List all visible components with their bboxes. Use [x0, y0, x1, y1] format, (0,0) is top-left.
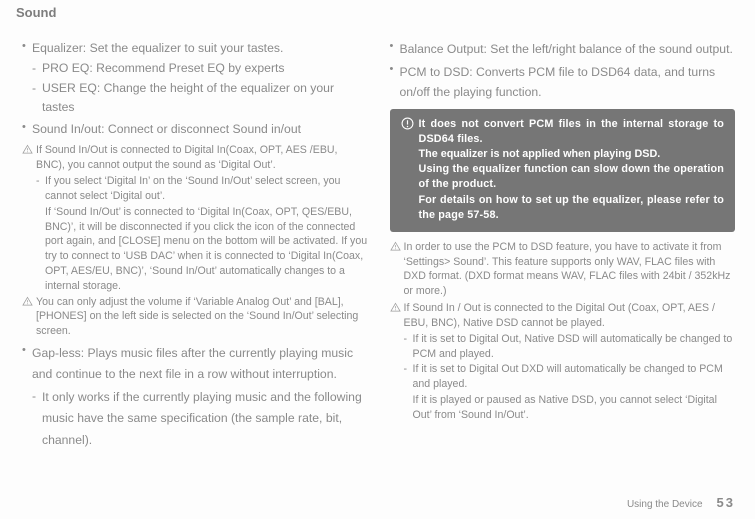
sound-io-text: Sound In/out: Connect or disconnect Soun… — [32, 120, 368, 139]
left-column: • Equalizer: Set the equalizer to suit y… — [22, 37, 368, 451]
note-line-4: For details on how to set up the equaliz… — [419, 193, 725, 223]
page-footer: Using the Device 53 — [627, 494, 735, 513]
warning-4-sub1: - If it is set to Digital Out, Native DS… — [404, 332, 736, 362]
note-line-1: It does not convert PCM files in the int… — [419, 117, 725, 147]
pro-eq-item: - PRO EQ: Recommend Preset EQ by experts — [32, 59, 368, 78]
user-eq-text: USER EQ: Change the height of the equali… — [42, 79, 368, 117]
pcm-text: PCM to DSD: Converts PCM file to DSD64 d… — [400, 62, 736, 103]
warning-3-text: In order to use the PCM to DSD feature, … — [404, 240, 736, 299]
warning-1-text: If Sound In/Out is connected to Digital … — [36, 143, 368, 173]
bullet-icon: • — [22, 343, 32, 386]
warning-4-sub2: - If it is set to Digital Out DXD will a… — [404, 362, 736, 392]
equalizer-text: Equalizer: Set the equalizer to suit you… — [32, 39, 368, 58]
right-column: • Balance Output: Set the left/right bal… — [390, 37, 736, 451]
page-number: 53 — [717, 494, 735, 513]
warning-icon — [390, 241, 404, 300]
balance-text: Balance Output: Set the left/right balan… — [400, 39, 736, 60]
bullet-icon: • — [390, 39, 400, 60]
bullet-icon: • — [390, 62, 400, 103]
page-title: Sound — [16, 4, 735, 23]
warning-1-sub-text: If you select ‘Digital In’ on the ‘Sound… — [45, 174, 368, 204]
gapless-item: • Gap-less: Plays music files after the … — [22, 343, 368, 386]
sound-io-item: • Sound In/out: Connect or disconnect So… — [22, 120, 368, 139]
pro-eq-text: PRO EQ: Recommend Preset EQ by experts — [42, 59, 284, 78]
two-column-body: • Equalizer: Set the equalizer to suit y… — [22, 37, 735, 451]
dash-icon: - — [36, 174, 45, 204]
user-eq-item: - USER EQ: Change the height of the equa… — [32, 79, 368, 117]
gapless-sub-text: It only works if the currently playing m… — [42, 387, 368, 451]
equalizer-item: • Equalizer: Set the equalizer to suit y… — [22, 39, 368, 58]
dash-icon: - — [404, 332, 413, 362]
note-line-2: The equalizer is not applied when playin… — [419, 147, 725, 162]
dash-icon: - — [32, 387, 42, 451]
bullet-icon: • — [22, 39, 32, 58]
warning-4-text: If Sound In / Out is connected to the Di… — [404, 301, 736, 331]
warning-4-sub1-text: If it is set to Digital Out, Native DSD … — [413, 332, 736, 362]
warning-3: In order to use the PCM to DSD feature, … — [390, 240, 736, 299]
dash-icon: - — [404, 362, 413, 392]
note-line-3: Using the equalizer function can slow do… — [419, 162, 725, 192]
warning-1-para: If ‘Sound In/Out’ is connected to ‘Digit… — [45, 205, 368, 294]
note-content: It does not convert PCM files in the int… — [419, 117, 725, 223]
bullet-icon: • — [22, 120, 32, 139]
warning-icon — [390, 302, 404, 332]
note-box: It does not convert PCM files in the int… — [390, 109, 736, 232]
pcm-item: • PCM to DSD: Converts PCM file to DSD64… — [390, 62, 736, 103]
warning-1: If Sound In/Out is connected to Digital … — [22, 143, 368, 173]
footer-section: Using the Device — [627, 498, 703, 513]
dash-icon: - — [32, 59, 42, 78]
gapless-text: Gap-less: Plays music files after the cu… — [32, 343, 368, 386]
balance-item: • Balance Output: Set the left/right bal… — [390, 39, 736, 60]
warning-4-para: If it is played or paused as Native DSD,… — [413, 393, 736, 423]
dash-icon: - — [32, 79, 42, 117]
warning-icon — [22, 296, 36, 340]
warning-4-sub2-text: If it is set to Digital Out DXD will aut… — [413, 362, 736, 392]
warning-2: You can only adjust the volume if ‘Varia… — [22, 295, 368, 339]
alert-icon — [401, 117, 419, 223]
gapless-sub: - It only works if the currently playing… — [32, 387, 368, 451]
warning-4: If Sound In / Out is connected to the Di… — [390, 301, 736, 331]
warning-1-sub: - If you select ‘Digital In’ on the ‘Sou… — [36, 174, 368, 204]
warning-2-text: You can only adjust the volume if ‘Varia… — [36, 295, 368, 339]
warning-icon — [22, 144, 36, 174]
